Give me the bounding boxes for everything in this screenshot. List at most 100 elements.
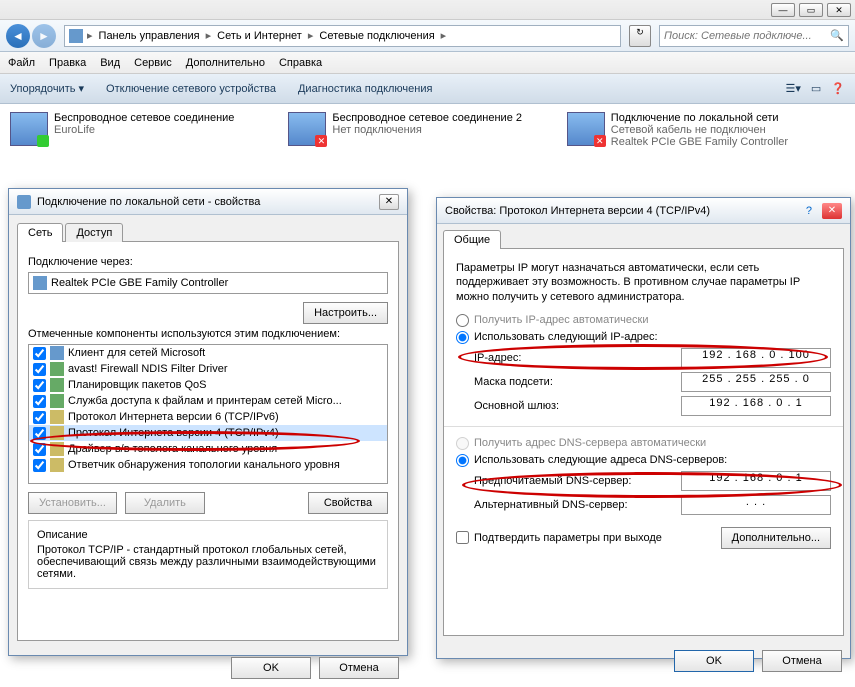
- help-button[interactable]: ?: [806, 205, 812, 217]
- search-icon: 🔍: [830, 29, 844, 42]
- service-icon: [50, 394, 64, 408]
- menu-extra[interactable]: Дополнительно: [186, 57, 265, 69]
- radio-auto-ip[interactable]: Получить IP-адрес автоматически: [456, 314, 831, 327]
- preferred-dns-field[interactable]: 192 . 168 . 0 . 1: [681, 471, 831, 491]
- minimize-button[interactable]: —: [771, 3, 795, 17]
- refresh-button[interactable]: ↻: [629, 25, 651, 47]
- disable-device-button[interactable]: Отключение сетевого устройства: [106, 83, 276, 95]
- list-item[interactable]: Клиент для сетей Microsoft: [29, 345, 387, 361]
- adapter-item[interactable]: Подключение по локальной сети Сетевой ка…: [567, 112, 845, 148]
- adapter-field[interactable]: Realtek PCIe GBE Family Controller: [28, 272, 388, 294]
- component-list[interactable]: Клиент для сетей Microsoft avast! Firewa…: [28, 344, 388, 484]
- alternate-dns-field[interactable]: . . .: [681, 495, 831, 515]
- tab-network[interactable]: Сеть: [17, 223, 63, 242]
- search-box[interactable]: 🔍: [659, 25, 849, 47]
- description-heading: Описание: [37, 529, 379, 541]
- adapter-item[interactable]: Беспроводное сетевое соединение 2 Нет по…: [288, 112, 536, 148]
- gateway-field[interactable]: 192 . 168 . 0 . 1: [681, 396, 831, 416]
- install-button[interactable]: Установить...: [28, 492, 117, 514]
- adapter-status: EuroLife: [54, 124, 234, 136]
- chevron-right-icon: ▸: [308, 29, 314, 42]
- radio-use-ip[interactable]: Использовать следующий IP-адрес:: [456, 331, 831, 344]
- menu-service[interactable]: Сервис: [134, 57, 172, 69]
- radio-label: Получить IP-адрес автоматически: [474, 314, 648, 326]
- close-button[interactable]: ✕: [822, 203, 842, 219]
- maximize-button[interactable]: ▭: [799, 3, 823, 17]
- component-label: Служба доступа к файлам и принтерам сете…: [68, 395, 342, 407]
- mask-label: Маска подсети:: [474, 376, 681, 388]
- organize-button[interactable]: Упорядочить ▾: [10, 82, 84, 95]
- component-checkbox[interactable]: [33, 427, 46, 440]
- list-item[interactable]: Драйвер в/в тополога канального уровня: [29, 441, 387, 457]
- ok-button[interactable]: OK: [231, 657, 311, 679]
- breadcrumb-item[interactable]: Панель управления: [97, 30, 202, 42]
- back-button[interactable]: ◄: [6, 24, 30, 48]
- validate-checkbox[interactable]: [456, 531, 469, 544]
- radio-input[interactable]: [456, 454, 469, 467]
- list-item[interactable]: Протокол Интернета версии 6 (TCP/IPv6): [29, 409, 387, 425]
- component-label: Протокол Интернета версии 6 (TCP/IPv6): [68, 411, 279, 423]
- component-checkbox[interactable]: [33, 379, 46, 392]
- radio-input[interactable]: [456, 331, 469, 344]
- cancel-button[interactable]: Отмена: [762, 650, 842, 672]
- remove-button[interactable]: Удалить: [125, 492, 205, 514]
- list-item[interactable]: Протокол Интернета версии 4 (TCP/IPv4): [29, 425, 387, 441]
- preview-pane-button[interactable]: ▭: [811, 82, 821, 95]
- adapter-item[interactable]: Беспроводное сетевое соединение EuroLife: [10, 112, 258, 148]
- service-icon: [50, 362, 64, 376]
- tab-general[interactable]: Общие: [443, 230, 501, 249]
- component-label: avast! Firewall NDIS Filter Driver: [68, 363, 228, 375]
- driver-icon: [50, 442, 64, 456]
- forward-button[interactable]: ►: [32, 24, 56, 48]
- breadcrumb-item[interactable]: Сеть и Интернет: [215, 30, 304, 42]
- help-button[interactable]: ❓: [831, 82, 845, 95]
- menu-view[interactable]: Вид: [100, 57, 120, 69]
- ok-button[interactable]: OK: [674, 650, 754, 672]
- dns1-label: Предпочитаемый DNS-сервер:: [474, 475, 681, 487]
- breadcrumb-item[interactable]: Сетевые подключения: [317, 30, 436, 42]
- menu-bar: Файл Правка Вид Сервис Дополнительно Спр…: [0, 52, 855, 74]
- subnet-mask-field[interactable]: 255 . 255 . 255 . 0: [681, 372, 831, 392]
- client-icon: [50, 346, 64, 360]
- radio-use-dns[interactable]: Использовать следующие адреса DNS-сервер…: [456, 454, 831, 467]
- menu-file[interactable]: Файл: [8, 57, 35, 69]
- configure-button[interactable]: Настроить...: [303, 302, 388, 324]
- adapter-name: Беспроводное сетевое соединение: [54, 112, 234, 124]
- close-button[interactable]: ✕: [827, 3, 851, 17]
- component-checkbox[interactable]: [33, 443, 46, 456]
- nic-icon: [33, 276, 47, 290]
- search-input[interactable]: [664, 30, 830, 42]
- validate-checkbox-row[interactable]: Подтвердить параметры при выходе Дополни…: [456, 527, 831, 549]
- description-group: Описание Протокол TCP/IP - стандартный п…: [28, 520, 388, 589]
- close-button[interactable]: ✕: [379, 194, 399, 210]
- diagnose-button[interactable]: Диагностика подключения: [298, 83, 432, 95]
- ip-address-field[interactable]: 192 . 168 . 0 . 100: [681, 348, 831, 368]
- network-icon: [17, 195, 31, 209]
- advanced-button[interactable]: Дополнительно...: [721, 527, 831, 549]
- menu-edit[interactable]: Правка: [49, 57, 86, 69]
- menu-help[interactable]: Справка: [279, 57, 322, 69]
- component-checkbox[interactable]: [33, 395, 46, 408]
- network-icon: [10, 112, 48, 146]
- tab-access[interactable]: Доступ: [65, 223, 123, 242]
- properties-button[interactable]: Свойства: [308, 492, 388, 514]
- service-icon: [50, 378, 64, 392]
- radio-input[interactable]: [456, 314, 469, 327]
- view-mode-button[interactable]: ☰▾: [786, 82, 801, 95]
- list-item[interactable]: Служба доступа к файлам и принтерам сете…: [29, 393, 387, 409]
- list-item[interactable]: avast! Firewall NDIS Filter Driver: [29, 361, 387, 377]
- component-checkbox[interactable]: [33, 347, 46, 360]
- component-checkbox[interactable]: [33, 363, 46, 376]
- dialog-title: Подключение по локальной сети - свойства: [37, 196, 373, 208]
- list-item[interactable]: Ответчик обнаружения топологии канальног…: [29, 457, 387, 473]
- chevron-right-icon: ▸: [87, 29, 93, 42]
- list-item[interactable]: Планировщик пакетов QoS: [29, 377, 387, 393]
- cancel-button[interactable]: Отмена: [319, 657, 399, 679]
- protocol-icon: [50, 410, 64, 424]
- dialog-titlebar[interactable]: Свойства: Протокол Интернета версии 4 (T…: [437, 198, 850, 224]
- dialog-titlebar[interactable]: Подключение по локальной сети - свойства…: [9, 189, 407, 215]
- radio-auto-dns[interactable]: Получить адрес DNS-сервера автоматически: [456, 437, 831, 450]
- breadcrumb[interactable]: ▸ Панель управления ▸ Сеть и Интернет ▸ …: [64, 25, 621, 47]
- component-checkbox[interactable]: [33, 411, 46, 424]
- component-checkbox[interactable]: [33, 459, 46, 472]
